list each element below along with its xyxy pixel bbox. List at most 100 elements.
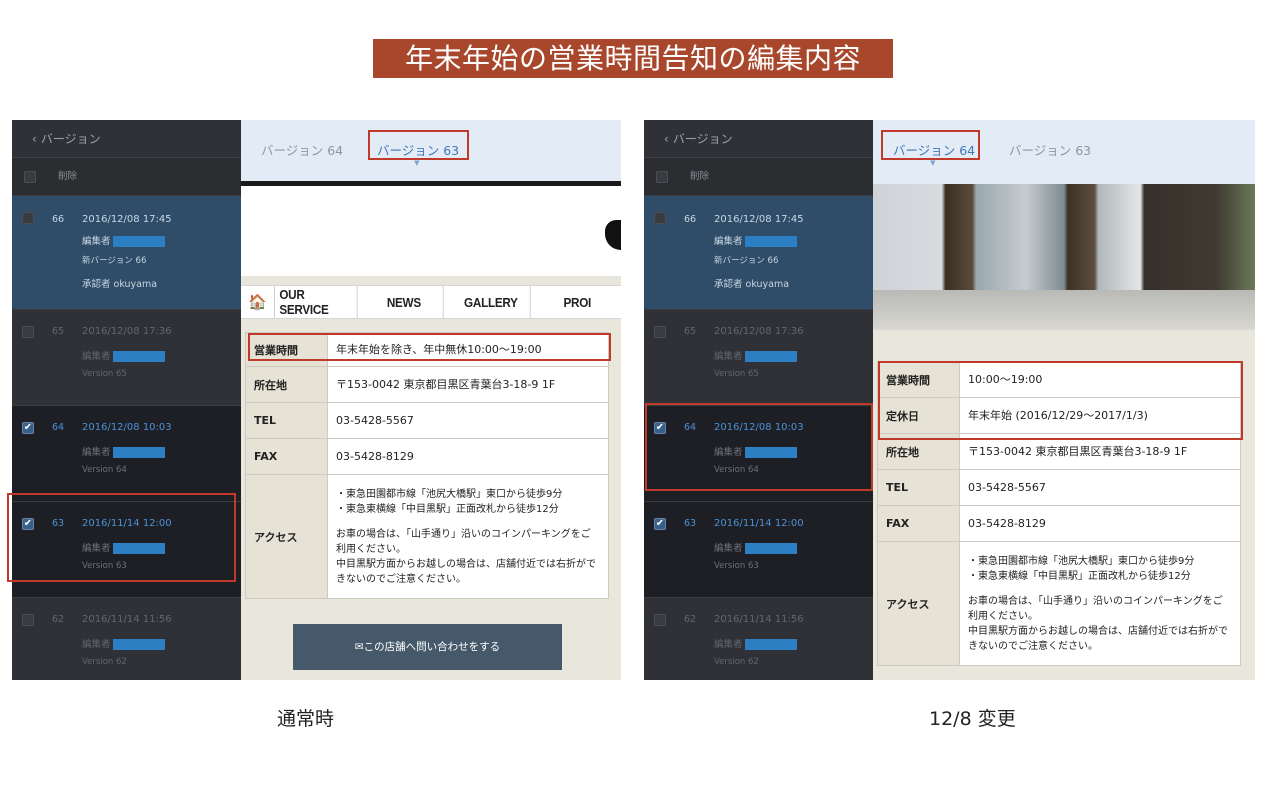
version-item-64[interactable]: ✔ 64 2016/12/08 10:03 編集者 Version 64 [12, 406, 241, 502]
version-editor: 編集者 [714, 540, 797, 554]
version-editor: 編集者 [714, 348, 797, 362]
row-value: 年末年始を除き、年中無休10:00〜19:00 [327, 332, 609, 367]
row-value: 〒153-0042 東京都目黒区青葉台3-18-9 1F [327, 366, 609, 403]
sidebar-title: バージョン [672, 132, 733, 146]
version-checkbox[interactable] [654, 212, 688, 224]
row-value: 年末年始 (2016/12/29〜2017/1/3) [959, 397, 1241, 434]
tab-version-63[interactable]: バージョン 63 ▼ [371, 138, 465, 167]
version-checkbox[interactable] [22, 326, 56, 338]
select-all-checkbox[interactable] [656, 170, 668, 183]
row-key: アクセス [245, 474, 328, 599]
nav-profile[interactable]: PROI [539, 286, 617, 318]
version-note: Version 64 [82, 465, 127, 475]
tab-version-64[interactable]: バージョン 64 [255, 138, 349, 161]
version-editor: 編集者 [82, 444, 165, 458]
redacted-name [112, 447, 165, 458]
tab-version-63[interactable]: バージョン 63 [1003, 138, 1097, 161]
version-number: 62 [52, 614, 65, 625]
version-tabs: バージョン 64 ▼ バージョン 63 [873, 120, 1255, 184]
access-value: ・東急田園都市線「池尻大橋駅」東口から徒歩9分 ・東急東横線「中目黒駅」正面改札… [327, 474, 609, 599]
home-icon[interactable]: 🏠 [241, 286, 275, 318]
version-date: 2016/12/08 17:45 [82, 214, 172, 225]
row-key: 営業時間 [877, 361, 960, 398]
version-item-64[interactable]: ✔ 64 2016/12/08 10:03 編集者 Version 64 [644, 406, 873, 502]
version-checkbox[interactable] [22, 614, 56, 626]
version-note: 新バージョン 66 [714, 256, 779, 266]
table-row: 定休日 年末年始 (2016/12/29〜2017/1/3) [877, 397, 1241, 434]
delete-label[interactable]: 削除 [690, 171, 709, 182]
row-key: FAX [245, 438, 328, 475]
version-note: 新バージョン 66 [82, 256, 147, 266]
version-checkbox[interactable]: ✔ [22, 518, 56, 530]
version-approver: 承認者 okuyama [82, 279, 158, 290]
table-row: FAX 03-5428-8129 [877, 505, 1241, 542]
store-info-table: 営業時間 年末年始を除き、年中無休10:00〜19:00 所在地 〒153-0042… [245, 332, 609, 599]
redacted-name [112, 639, 165, 650]
row-key: アクセス [877, 541, 960, 666]
nav-news[interactable]: NEWS [366, 286, 444, 318]
version-checkbox[interactable]: ✔ [654, 518, 688, 530]
version-date: 2016/12/08 17:36 [714, 326, 804, 337]
version-date: 2016/12/08 17:36 [82, 326, 172, 337]
caption-normal: 通常時 [277, 708, 335, 730]
version-editor: 編集者 [714, 636, 797, 650]
caret-down-icon: ▼ [414, 159, 420, 167]
row-value: 03-5428-5567 [327, 402, 609, 439]
table-row: TEL 03-5428-5567 [245, 402, 609, 439]
version-note: Version 62 [82, 657, 127, 667]
version-checkbox[interactable] [654, 614, 688, 626]
version-editor: 編集者 [82, 540, 165, 554]
tab-version-64[interactable]: バージョン 64 ▼ [887, 138, 981, 167]
logo-area [241, 186, 621, 276]
version-number: 65 [52, 326, 65, 337]
version-sidebar: ‹ バージョン 削除 66 2016/12/08 17:45 編集者 新バージョン… [12, 120, 241, 680]
version-note: Version 63 [714, 561, 759, 571]
row-key: FAX [877, 505, 960, 542]
version-date: 2016/11/14 11:56 [714, 614, 804, 625]
version-date: 2016/11/14 12:00 [82, 518, 172, 529]
row-value: 03-5428-8129 [959, 505, 1241, 542]
select-all-checkbox[interactable] [24, 170, 36, 183]
caret-down-icon: ▼ [930, 159, 936, 167]
version-sidebar: ‹ バージョン 削除 66 2016/12/08 17:45 編集者 新バージョン… [644, 120, 873, 680]
check-icon: ✔ [654, 422, 666, 434]
version-item-66[interactable]: 66 2016/12/08 17:45 編集者 新バージョン 66 承認者 ok… [644, 196, 873, 310]
version-item-62[interactable]: 62 2016/11/14 11:56 編集者 Version 62 [12, 598, 241, 680]
check-icon: ✔ [22, 422, 34, 434]
sidebar-back-link[interactable]: ‹ バージョン [12, 120, 241, 158]
version-note: Version 64 [714, 465, 759, 475]
sidebar-back-link[interactable]: ‹ バージョン [644, 120, 873, 158]
row-key: TEL [877, 469, 960, 506]
chevron-left-icon: ‹ [32, 132, 37, 146]
nav-gallery[interactable]: GALLERY [452, 286, 531, 318]
version-note: Version 65 [714, 369, 759, 379]
table-row: 所在地 〒153-0042 東京都目黒区青葉台3-18-9 1F [877, 433, 1241, 470]
version-item-63[interactable]: ✔ 63 2016/11/14 12:00 編集者 Version 63 [644, 502, 873, 598]
row-value: 〒153-0042 東京都目黒区青葉台3-18-9 1F [959, 433, 1241, 470]
version-date: 2016/11/14 11:56 [82, 614, 172, 625]
row-value: 03-5428-5567 [959, 469, 1241, 506]
version-editor: 編集者 [714, 444, 797, 458]
version-number: 64 [52, 422, 65, 433]
contact-button[interactable]: ✉この店舗へ問い合わせをする [293, 624, 562, 670]
version-item-62[interactable]: 62 2016/11/14 11:56 編集者 Version 62 [644, 598, 873, 680]
version-number: 62 [684, 614, 697, 625]
version-number: 65 [684, 326, 697, 337]
version-date: 2016/12/08 10:03 [714, 422, 804, 433]
version-note: Version 62 [714, 657, 759, 667]
nav-our-service[interactable]: OUR SERVICE [279, 286, 357, 318]
version-checkbox[interactable] [22, 212, 56, 224]
row-key: 所在地 [877, 433, 960, 470]
version-item-65[interactable]: 65 2016/12/08 17:36 編集者 Version 65 [12, 310, 241, 406]
version-checkbox[interactable] [654, 326, 688, 338]
version-checkbox[interactable]: ✔ [654, 422, 688, 434]
version-item-66[interactable]: 66 2016/12/08 17:45 編集者 新バージョン 66 承認者 ok… [12, 196, 241, 310]
storefront-photo [873, 184, 1255, 330]
redacted-name [112, 543, 165, 554]
version-item-65[interactable]: 65 2016/12/08 17:36 編集者 Version 65 [644, 310, 873, 406]
version-checkbox[interactable]: ✔ [22, 422, 56, 434]
delete-label[interactable]: 削除 [58, 171, 77, 182]
version-number: 66 [684, 214, 697, 225]
site-nav: 🏠 OUR SERVICE NEWS GALLERY PROI [241, 285, 621, 319]
version-item-63[interactable]: ✔ 63 2016/11/14 12:00 編集者 Version 63 [12, 502, 241, 598]
